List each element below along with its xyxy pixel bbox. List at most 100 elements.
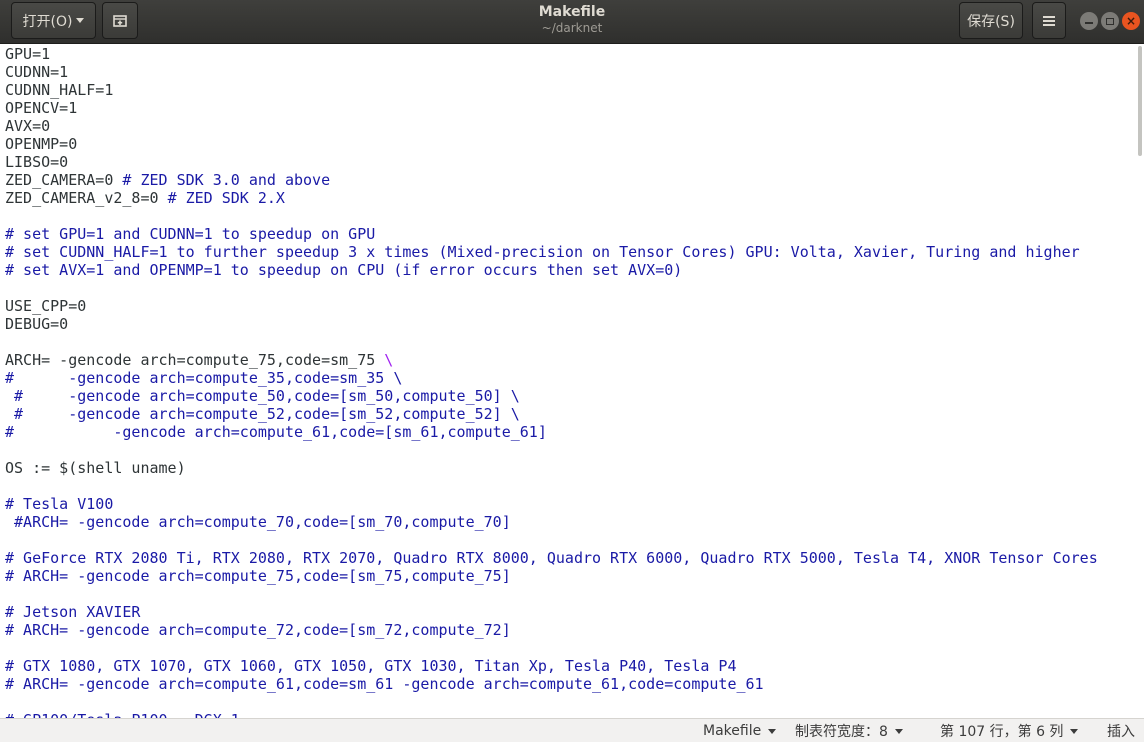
code-line: # -gencode arch=compute_61,code=[sm_61,c…	[5, 423, 1098, 441]
cursor-position-label: 第 107 行，第 6 列	[940, 724, 1064, 740]
close-button[interactable]: ×	[1122, 12, 1140, 30]
code-line: OS := $(shell uname)	[5, 459, 1098, 477]
code-comment: # ZED SDK 2.X	[167, 189, 285, 207]
code-line: # ARCH= -gencode arch=compute_72,code=[s…	[5, 621, 1098, 639]
code-line: # -gencode arch=compute_35,code=sm_35 \	[5, 369, 1098, 387]
insert-mode-indicator[interactable]: 插入	[1107, 722, 1135, 740]
code-comment: #ARCH= -gencode arch=compute_70,code=[sm…	[5, 513, 511, 531]
code-comment: # set CUDNN_HALF=1 to further speedup 3 …	[5, 243, 1080, 261]
code-text: OS := $(shell uname)	[5, 459, 186, 477]
tab-width-label: 制表符宽度：8	[795, 724, 888, 740]
code-line: # Jetson XAVIER	[5, 603, 1098, 621]
code-line: # set AVX=1 and OPENMP=1 to speedup on C…	[5, 261, 1098, 279]
code-text: CUDNN=1	[5, 63, 69, 81]
code-comment: # Tesla V100	[5, 495, 114, 513]
code-comment: # -gencode arch=compute_35,code=sm_35 \	[5, 369, 403, 387]
maximize-icon	[1106, 17, 1114, 25]
code-text: AVX=0	[5, 117, 51, 135]
insert-mode-label: 插入	[1107, 724, 1135, 740]
new-document-icon	[113, 14, 127, 27]
code-comment: # GTX 1080, GTX 1070, GTX 1060, GTX 1050…	[5, 657, 737, 675]
code-area[interactable]: GPU=1 CUDNN=1 CUDNN_HALF=1 OPENCV=1 AVX=0 OPE…	[5, 45, 1098, 718]
language-label: Makefile	[703, 723, 762, 739]
chevron-down-icon	[768, 728, 777, 734]
code-line: # GTX 1080, GTX 1070, GTX 1060, GTX 1050…	[5, 657, 1098, 675]
code-comment: # set AVX=1 and OPENMP=1 to speedup on C…	[5, 261, 683, 279]
menu-button[interactable]	[1032, 2, 1066, 39]
code-text: DEBUG=0	[5, 315, 69, 333]
code-line: # ARCH= -gencode arch=compute_61,code=sm…	[5, 675, 1098, 693]
vertical-scrollbar[interactable]	[1138, 46, 1142, 156]
code-line: # set GPU=1 and CUDNN=1 to speedup on GP…	[5, 225, 1098, 243]
code-line: ARCH= -gencode arch=compute_75,code=sm_7…	[5, 351, 1098, 369]
code-text: GPU=1	[5, 45, 51, 63]
code-line: LIBSO=0	[5, 153, 1098, 171]
code-comment: # set GPU=1 and CUDNN=1 to speedup on GP…	[5, 225, 376, 243]
code-line: OPENCV=1	[5, 99, 1098, 117]
window-title: Makefile	[538, 4, 606, 20]
code-comment: # GP100/Tesla P100 - DGX-1	[5, 711, 240, 718]
code-text: ZED_CAMERA=0	[5, 171, 123, 189]
code-line: # ARCH= -gencode arch=compute_75,code=[s…	[5, 567, 1098, 585]
code-line: # -gencode arch=compute_50,code=[sm_50,c…	[5, 387, 1098, 405]
code-text: ARCH= -gencode arch=compute_75,code=sm_7…	[5, 351, 385, 369]
code-line: DEBUG=0	[5, 315, 1098, 333]
cursor-position-selector[interactable]: 第 107 行，第 6 列	[940, 722, 1079, 740]
code-comment: # GeForce RTX 2080 Ti, RTX 2080, RTX 207…	[5, 549, 1098, 567]
code-line: ZED_CAMERA_v2_8=0 # ZED SDK 2.X	[5, 189, 1098, 207]
code-comment: # Jetson XAVIER	[5, 603, 141, 621]
text-editor[interactable]: GPU=1 CUDNN=1 CUDNN_HALF=1 OPENCV=1 AVX=0 OPE…	[0, 44, 1144, 718]
code-text: CUDNN_HALF=1	[5, 81, 114, 99]
code-comment: # -gencode arch=compute_61,code=[sm_61,c…	[5, 423, 547, 441]
code-comment: # -gencode arch=compute_52,code=[sm_52,c…	[5, 405, 520, 423]
code-line: #ARCH= -gencode arch=compute_70,code=[sm…	[5, 513, 1098, 531]
code-line: # Tesla V100	[5, 495, 1098, 513]
code-comment: # ARCH= -gencode arch=compute_72,code=[s…	[5, 621, 511, 639]
code-comment: # ARCH= -gencode arch=compute_61,code=sm…	[5, 675, 764, 693]
chevron-down-icon	[76, 18, 85, 23]
window-subtitle: ~/darknet	[541, 21, 603, 35]
code-line: CUDNN_HALF=1	[5, 81, 1098, 99]
code-line: AVX=0	[5, 117, 1098, 135]
tab-width-selector[interactable]: 制表符宽度：8	[795, 722, 903, 740]
code-line: ZED_CAMERA=0 # ZED SDK 3.0 and above	[5, 171, 1098, 189]
open-button[interactable]: 打开(O)	[11, 2, 96, 39]
minimize-icon	[1085, 21, 1093, 24]
save-button[interactable]: 保存(S)	[959, 2, 1023, 39]
code-line: # set CUDNN_HALF=1 to further speedup 3 …	[5, 243, 1098, 261]
code-text: ZED_CAMERA_v2_8=0	[5, 189, 168, 207]
code-comment: # -gencode arch=compute_50,code=[sm_50,c…	[5, 387, 520, 405]
code-line: # GeForce RTX 2080 Ti, RTX 2080, RTX 207…	[5, 549, 1098, 567]
close-icon: ×	[1125, 14, 1137, 28]
chevron-down-icon	[894, 728, 903, 734]
code-comment: # ARCH= -gencode arch=compute_75,code=[s…	[5, 567, 511, 585]
code-line: # GP100/Tesla P100 - DGX-1	[5, 711, 1098, 718]
window-title-area: Makefile ~/darknet	[372, 4, 772, 35]
minimize-button[interactable]	[1080, 12, 1098, 30]
code-line: CUDNN=1	[5, 63, 1098, 81]
code-line: USE_CPP=0	[5, 297, 1098, 315]
language-selector[interactable]: Makefile	[703, 722, 777, 740]
header-bar: 打开(O) Makefile ~/darknet 保存(S) ×	[0, 0, 1144, 44]
code-text: USE_CPP=0	[5, 297, 87, 315]
code-line: GPU=1	[5, 45, 1098, 63]
code-text: \	[384, 351, 394, 369]
code-line: # -gencode arch=compute_52,code=[sm_52,c…	[5, 405, 1098, 423]
code-line: OPENMP=0	[5, 135, 1098, 153]
open-button-label: 打开(O)	[22, 13, 73, 30]
status-bar: Makefile 制表符宽度：8 第 107 行，第 6 列 插入	[0, 718, 1144, 742]
code-text: OPENMP=0	[5, 135, 78, 153]
code-comment: # ZED SDK 3.0 and above	[122, 171, 331, 189]
maximize-button[interactable]	[1101, 12, 1119, 30]
hamburger-icon	[1043, 15, 1055, 26]
code-text: OPENCV=1	[5, 99, 78, 117]
new-document-button[interactable]	[102, 2, 138, 39]
